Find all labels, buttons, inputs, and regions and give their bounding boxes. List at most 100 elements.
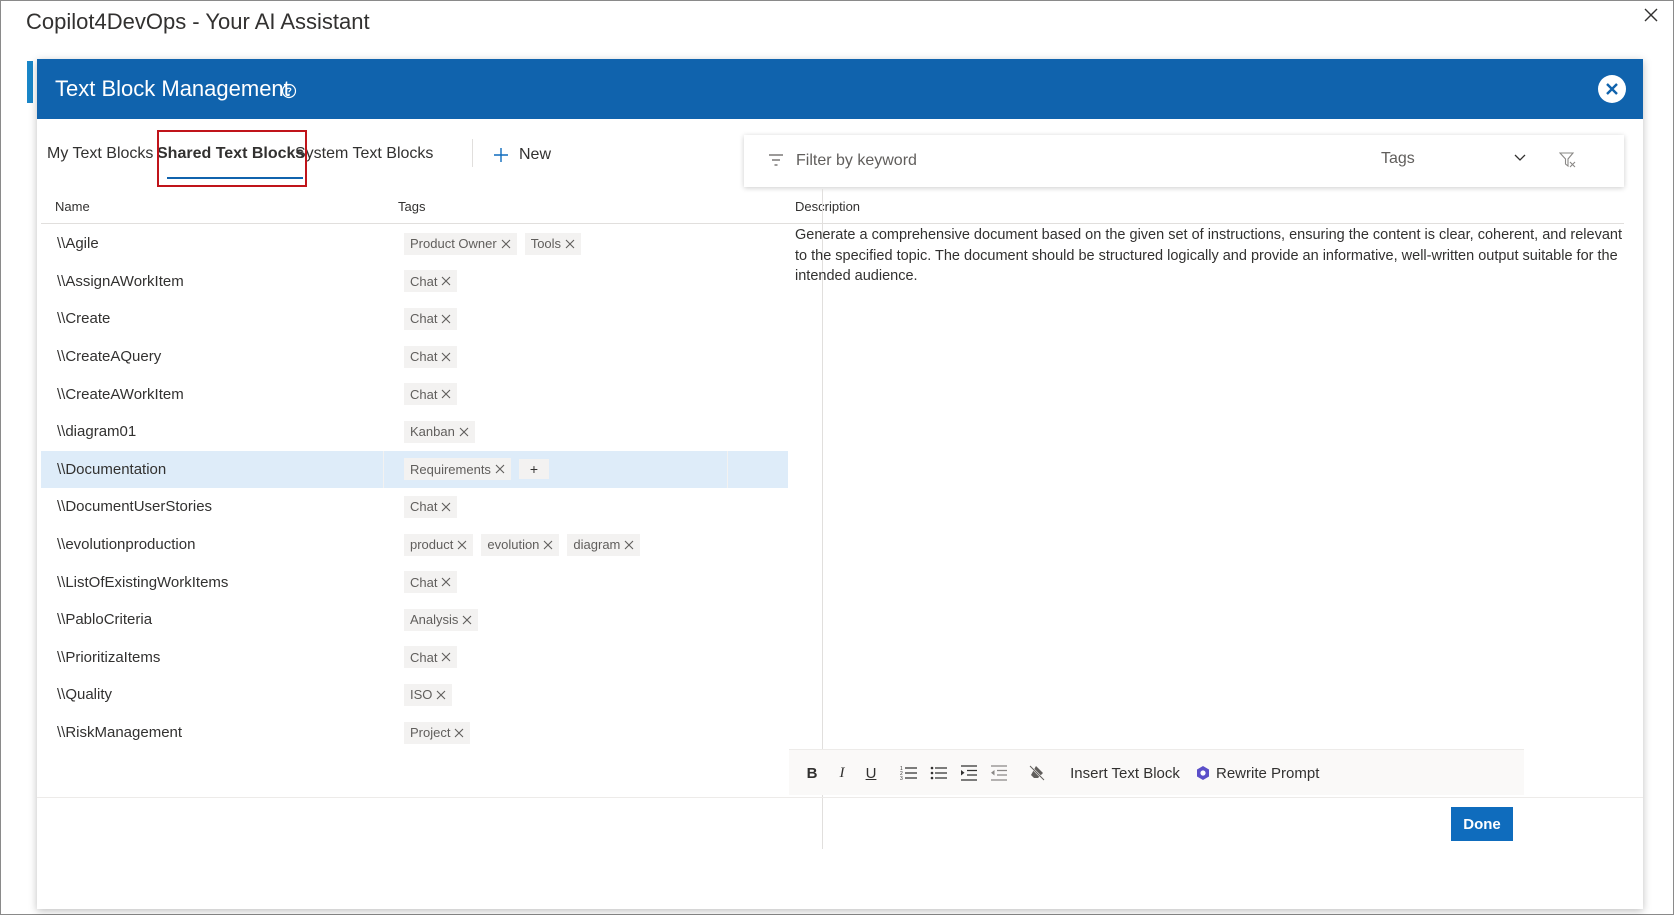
dialog-title: Text Block Management <box>55 76 290 101</box>
svg-text:3: 3 <box>900 776 903 781</box>
remove-tag-icon[interactable] <box>624 540 634 550</box>
chevron-down-icon[interactable] <box>1514 154 1526 162</box>
row-tags: Chat <box>404 383 458 406</box>
column-header-tags[interactable]: Tags <box>398 199 425 214</box>
tag-label: Product Owner <box>410 236 497 252</box>
remove-tag-icon[interactable] <box>543 540 553 550</box>
dialog-close-button[interactable] <box>1598 75 1626 103</box>
tag-chip: Requirements <box>404 458 511 481</box>
tab-divider <box>472 139 473 167</box>
remove-tag-icon[interactable] <box>436 690 446 700</box>
table-row[interactable]: \\ListOfExistingWorkItems Chat <box>41 563 788 601</box>
tag-chip: Chat <box>404 646 458 669</box>
add-tag-button[interactable]: + <box>518 459 549 480</box>
tag-chip: Kanban <box>404 420 475 443</box>
remove-tag-icon[interactable] <box>454 728 464 738</box>
column-header-name[interactable]: Name <box>55 199 90 214</box>
footer-divider <box>37 797 1643 798</box>
tag-chip: diagram <box>567 533 641 556</box>
new-button[interactable]: New <box>493 143 551 167</box>
tag-chip: product <box>404 533 474 556</box>
bullet-list-button[interactable] <box>929 760 949 786</box>
table-row[interactable]: \\Agile Product Owner Tools <box>41 225 788 263</box>
tab-my-text-blocks[interactable]: My Text Blocks <box>47 145 153 163</box>
tag-label: Project <box>410 725 451 741</box>
table-row[interactable]: \\CreateAWorkItem Chat <box>41 375 788 413</box>
table-row[interactable]: \\Quality ISO <box>41 676 788 714</box>
remove-tag-icon[interactable] <box>501 239 511 249</box>
window-title: Copilot4DevOps - Your AI Assistant <box>26 9 370 34</box>
clear-filter-icon[interactable] <box>1559 151 1577 169</box>
done-button[interactable]: Done <box>1451 807 1513 841</box>
rewrite-prompt-icon <box>1197 766 1209 780</box>
table-row[interactable]: \\DocumentUserStories Chat <box>41 488 788 526</box>
row-name: \\Documentation <box>57 460 167 478</box>
numbered-list-button[interactable]: 1 2 3 <box>899 760 919 786</box>
tab-system-text-blocks[interactable]: System Text Blocks <box>295 145 433 163</box>
tag-label: diagram <box>573 537 621 553</box>
table-row[interactable]: \\PrioritizaItems Chat <box>41 639 788 677</box>
remove-tag-icon[interactable] <box>462 615 472 625</box>
keyword-filter-input[interactable] <box>796 150 1316 172</box>
tag-label: Chat <box>410 273 438 289</box>
remove-tag-icon[interactable] <box>441 276 451 286</box>
rewrite-prompt-button[interactable]: Rewrite Prompt <box>1195 760 1319 786</box>
remove-tag-icon[interactable] <box>441 502 451 512</box>
insert-text-block-button[interactable]: Insert Text Block <box>1061 760 1189 786</box>
text-block-list: \\Agile Product Owner Tools \\AssignAWorkIt… <box>41 225 788 751</box>
table-row[interactable]: \\CreateAQuery Chat <box>41 338 788 376</box>
tag-label: Chat <box>410 649 438 665</box>
remove-tag-icon[interactable] <box>495 464 505 474</box>
table-row[interactable]: \\AssignAWorkItem Chat <box>41 263 788 301</box>
plus-icon <box>494 148 508 162</box>
italic-button[interactable]: I <box>833 760 851 786</box>
remove-tag-icon[interactable] <box>441 314 451 324</box>
tag-chip: Chat <box>404 383 458 406</box>
table-row[interactable]: \\Create Chat <box>41 300 788 338</box>
tag-chip: Analysis <box>404 608 479 631</box>
indent-button[interactable] <box>959 760 979 786</box>
row-tags: Chat <box>404 345 458 368</box>
tag-label: Chat <box>410 311 438 327</box>
remove-tag-icon[interactable] <box>441 352 451 362</box>
remove-tag-icon[interactable] <box>565 239 575 249</box>
description-text[interactable]: Generate a comprehensive document based … <box>795 225 1625 287</box>
table-row[interactable]: \\Documentation Requirements + <box>41 450 788 489</box>
remove-tag-icon[interactable] <box>457 540 467 550</box>
indent-icon <box>961 765 977 781</box>
row-name: \\ListOfExistingWorkItems <box>57 573 229 591</box>
numbered-list-icon: 1 2 3 <box>900 766 917 781</box>
help-icon[interactable] <box>281 83 297 99</box>
tag-label: product <box>410 537 454 553</box>
row-name: \\RiskManagement <box>57 724 183 742</box>
tags-dropdown[interactable]: Tags <box>1381 150 1415 168</box>
remove-tag-icon[interactable] <box>441 577 451 587</box>
clear-format-button[interactable] <box>1027 760 1047 786</box>
row-tags: Kanban <box>404 420 475 443</box>
remove-tag-icon[interactable] <box>459 427 469 437</box>
underline-button[interactable]: U <box>862 760 880 786</box>
table-row[interactable]: \\diagram01 Kanban <box>41 413 788 451</box>
bold-button[interactable]: B <box>803 760 821 786</box>
window-close-icon[interactable] <box>1641 5 1661 25</box>
tag-chip: evolution <box>481 533 560 556</box>
row-name: \\CreateAQuery <box>57 348 162 366</box>
remove-tag-icon[interactable] <box>441 652 451 662</box>
table-row[interactable]: \\PabloCriteria Analysis <box>41 601 788 639</box>
tag-label: ISO <box>410 687 433 703</box>
row-name: \\PrioritizaItems <box>57 648 161 666</box>
tag-chip: ISO <box>404 683 453 706</box>
table-row[interactable]: \\evolutionproduction product evolution dia… <box>41 526 788 564</box>
row-name: \\Create <box>57 310 111 328</box>
tag-chip: Chat <box>404 495 458 518</box>
outdent-button[interactable] <box>989 760 1009 786</box>
bullet-list-icon <box>930 766 947 780</box>
close-icon <box>1606 83 1618 95</box>
row-tags: Chat <box>404 307 458 330</box>
table-row[interactable]: \\RiskManagement Project <box>41 714 788 752</box>
row-tags: Requirements + <box>404 458 549 481</box>
row-name: \\diagram01 <box>57 423 137 441</box>
tag-label: Chat <box>410 349 438 365</box>
tag-chip: Chat <box>404 345 458 368</box>
remove-tag-icon[interactable] <box>441 389 451 399</box>
